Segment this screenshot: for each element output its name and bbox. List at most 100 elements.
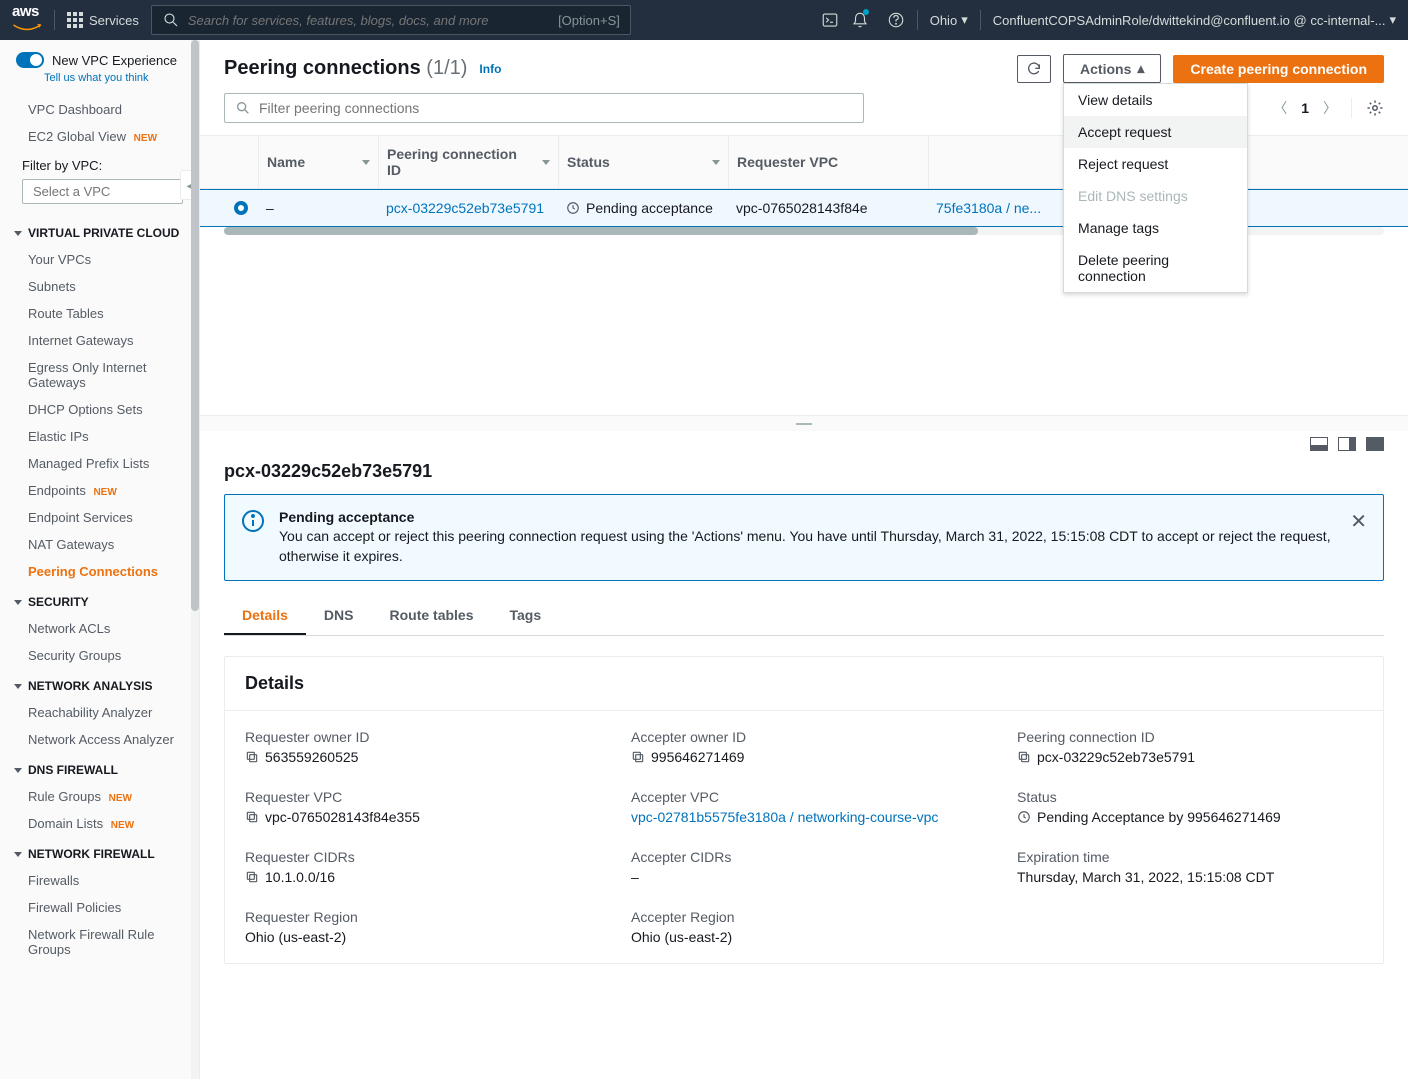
menu-delete-peering[interactable]: Delete peering connection	[1064, 244, 1247, 292]
page-next[interactable]: 〉	[1323, 98, 1337, 118]
services-button[interactable]: Services	[67, 12, 139, 28]
main-content: Peering connections (1/1) Info Actions ▴…	[200, 40, 1408, 1079]
global-search[interactable]: [Option+S]	[151, 5, 631, 35]
sidebar-item-nat-gateways[interactable]: NAT Gateways	[0, 531, 199, 558]
filter-input[interactable]	[224, 93, 864, 123]
actions-button[interactable]: Actions ▴	[1063, 54, 1161, 83]
sidebar-item-subnets[interactable]: Subnets	[0, 273, 199, 300]
split-handle[interactable]	[200, 415, 1408, 431]
col-reqvpc[interactable]: Requester VPC	[728, 136, 928, 188]
divider	[54, 10, 55, 30]
sidebar-item-route-tables[interactable]: Route Tables	[0, 300, 199, 327]
vpc-experience-toggle[interactable]	[16, 52, 44, 68]
col-name[interactable]: Name	[258, 136, 378, 188]
sidebar-item-fw-rule-groups[interactable]: Network Firewall Rule Groups	[0, 921, 199, 963]
cell-pid[interactable]: pcx-03229c52eb73e5791	[386, 200, 544, 216]
services-label: Services	[89, 13, 139, 28]
sidebar-item-endpoints[interactable]: Endpoints New	[0, 477, 199, 504]
account-menu[interactable]: ConfluentCOPSAdminRole/dwittekind@conflu…	[993, 12, 1396, 28]
sidebar-item-nacls[interactable]: Network ACLs	[0, 615, 199, 642]
col-status[interactable]: Status	[558, 136, 728, 188]
info-link[interactable]: Info	[479, 62, 501, 76]
detail-tabs: Details DNS Route tables Tags	[224, 597, 1384, 636]
section-vpc[interactable]: VIRTUAL PRIVATE CLOUD	[0, 216, 199, 246]
region-label: Ohio	[930, 13, 957, 28]
cell-accvpc[interactable]: 75fe3180a / ne...	[936, 200, 1041, 216]
sidebar-item-firewall-policies[interactable]: Firewall Policies	[0, 894, 199, 921]
filter-vpc-label: Filter by VPC:	[0, 150, 199, 179]
sidebar-item-domain-lists[interactable]: Domain Lists New	[0, 810, 199, 837]
tab-tags[interactable]: Tags	[492, 597, 560, 635]
tab-dns[interactable]: DNS	[306, 597, 372, 635]
help-icon[interactable]	[887, 11, 905, 29]
sidebar-item-igw[interactable]: Internet Gateways	[0, 327, 199, 354]
gear-icon[interactable]	[1366, 99, 1384, 117]
section-analysis[interactable]: NETWORK ANALYSIS	[0, 669, 199, 699]
sidebar-item-your-vpcs[interactable]: Your VPCs	[0, 246, 199, 273]
sidebar-item-firewalls[interactable]: Firewalls	[0, 867, 199, 894]
sidebar-item-egress-igw[interactable]: Egress Only Internet Gateways	[0, 354, 199, 396]
layout-bottom-icon[interactable]	[1310, 437, 1328, 451]
filter-vpc-input[interactable]	[22, 179, 183, 204]
details-card: Details Requester owner ID 563559260525 …	[224, 656, 1384, 964]
search-shortcut: [Option+S]	[558, 13, 620, 28]
sidebar-item-access-analyzer[interactable]: Network Access Analyzer	[0, 726, 199, 753]
sidebar-item-security-groups[interactable]: Security Groups	[0, 642, 199, 669]
tab-details[interactable]: Details	[224, 597, 306, 635]
tab-route-tables[interactable]: Route tables	[371, 597, 491, 635]
section-netfw[interactable]: NETWORK FIREWALL	[0, 837, 199, 867]
col-select	[224, 136, 258, 188]
menu-view-details[interactable]: View details	[1064, 84, 1247, 116]
clock-icon	[566, 201, 580, 215]
menu-accept-request[interactable]: Accept request	[1064, 116, 1247, 148]
divider	[917, 10, 918, 30]
refresh-button[interactable]	[1017, 55, 1051, 83]
close-icon[interactable]: ✕	[1350, 509, 1367, 566]
cell-name: –	[258, 190, 378, 226]
filter-field[interactable]	[259, 100, 853, 116]
field-accepter-cidrs: Accepter CIDRs –	[631, 849, 977, 885]
copy-icon[interactable]	[1017, 750, 1031, 764]
feedback-link[interactable]: Tell us what you think	[0, 72, 199, 96]
filter-vpc-field[interactable]	[33, 184, 200, 199]
copy-icon[interactable]	[245, 870, 259, 884]
card-title: Details	[225, 657, 1383, 711]
field-requester-owner: Requester owner ID 563559260525	[245, 729, 591, 765]
search-input[interactable]	[188, 13, 550, 28]
aws-logo[interactable]: aws	[12, 3, 42, 37]
layout-full-icon[interactable]	[1366, 437, 1384, 451]
cloudshell-icon[interactable]	[821, 11, 839, 29]
copy-icon[interactable]	[245, 810, 259, 824]
menu-reject-request[interactable]: Reject request	[1064, 148, 1247, 180]
sidebar-item-reachability[interactable]: Reachability Analyzer	[0, 699, 199, 726]
toggle-label: New VPC Experience	[52, 53, 177, 68]
pagination: 〈 1 〉	[1273, 98, 1384, 118]
page-title: Peering connections (1/1)	[224, 57, 467, 80]
sidebar-item-dhcp[interactable]: DHCP Options Sets	[0, 396, 199, 423]
region-selector[interactable]: Ohio ▾	[930, 12, 968, 28]
detail-title: pcx-03229c52eb73e5791	[200, 457, 1408, 494]
search-icon	[162, 11, 180, 29]
sidebar-scrollbar[interactable]	[191, 40, 199, 1079]
menu-manage-tags[interactable]: Manage tags	[1064, 212, 1247, 244]
sidebar-item-prefix-lists[interactable]: Managed Prefix Lists	[0, 450, 199, 477]
section-dnsfw[interactable]: DNS FIREWALL	[0, 753, 199, 783]
copy-icon[interactable]	[631, 750, 645, 764]
page-prev[interactable]: 〈	[1273, 98, 1287, 118]
sidebar-item-elastic-ips[interactable]: Elastic IPs	[0, 423, 199, 450]
layout-side-icon[interactable]	[1338, 437, 1356, 451]
create-peering-button[interactable]: Create peering connection	[1173, 55, 1384, 83]
col-pid[interactable]: Peering connection ID	[378, 136, 558, 188]
row-radio[interactable]	[234, 201, 248, 215]
sidebar-item-rule-groups[interactable]: Rule Groups New	[0, 783, 199, 810]
sidebar-item-dashboard[interactable]: VPC Dashboard	[0, 96, 199, 123]
notification-dot	[863, 9, 869, 15]
sidebar-item-ec2global[interactable]: EC2 Global View New	[0, 123, 199, 150]
section-security[interactable]: SECURITY	[0, 585, 199, 615]
divider	[980, 10, 981, 30]
alert-text: You can accept or reject this peering co…	[279, 527, 1336, 566]
sidebar-item-peering[interactable]: Peering Connections	[0, 558, 199, 585]
actions-menu: View details Accept request Reject reque…	[1063, 83, 1248, 293]
sidebar-item-endpoint-services[interactable]: Endpoint Services	[0, 504, 199, 531]
copy-icon[interactable]	[245, 750, 259, 764]
